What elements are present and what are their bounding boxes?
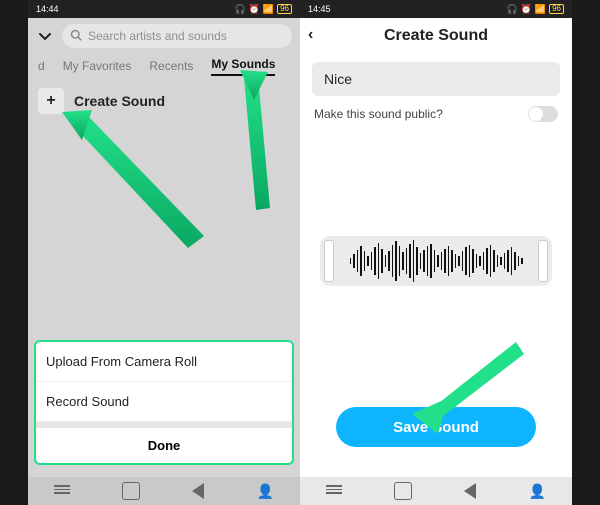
waveform-bars [350, 236, 523, 286]
make-public-row: Make this sound public? [314, 106, 558, 122]
search-header: Search artists and sounds [28, 18, 300, 54]
sounds-tabs: d My Favorites Recents My Sounds [28, 54, 300, 78]
make-public-label: Make this sound public? [314, 107, 443, 121]
create-options-sheet: Upload From Camera Roll Record Sound Don… [34, 340, 294, 465]
battery-icon: 96 [549, 4, 564, 14]
status-bar: 14:45 🎧 ⏰ 📶 96 [300, 0, 572, 18]
create-sound-row[interactable]: + Create Sound [38, 88, 290, 114]
back-chevron-icon[interactable]: ‹ [308, 26, 313, 44]
back-button[interactable] [192, 483, 204, 499]
plus-icon[interactable]: + [38, 88, 64, 114]
sound-name-input[interactable]: Nice [312, 62, 560, 96]
page-title: Create Sound [384, 27, 488, 45]
public-toggle[interactable] [528, 106, 558, 122]
phone-screenshot-create-sound: 14:45 🎧 ⏰ 📶 96 ‹ Create Sound Nice Make … [300, 0, 572, 505]
phone-screenshot-sounds-list: 14:44 🎧 ⏰ 📶 96 Search artists and sounds… [28, 0, 300, 505]
collapse-chevron-icon[interactable] [36, 27, 54, 45]
option-upload-camera-roll[interactable]: Upload From Camera Roll [36, 342, 292, 382]
headphone-icon: 🎧 [234, 4, 245, 15]
home-button[interactable] [122, 482, 140, 500]
option-record-sound[interactable]: Record Sound [36, 382, 292, 422]
tab-my-sounds[interactable]: My Sounds [211, 57, 275, 76]
search-input[interactable]: Search artists and sounds [62, 24, 292, 48]
recent-apps-button[interactable] [54, 483, 70, 499]
search-placeholder: Search artists and sounds [88, 29, 227, 43]
audio-waveform[interactable] [320, 236, 552, 286]
save-sound-label: Save Sound [393, 419, 479, 436]
headphone-icon: 🎧 [506, 4, 517, 15]
trim-handle-left[interactable] [324, 240, 334, 282]
done-button[interactable]: Done [36, 428, 292, 463]
accessibility-icon[interactable]: 👤 [528, 483, 545, 500]
tab-featured-truncated[interactable]: d [38, 59, 45, 73]
battery-icon: 96 [277, 4, 292, 14]
status-time: 14:45 [308, 4, 331, 14]
wifi-icon: 📶 [263, 4, 274, 15]
tab-my-favorites[interactable]: My Favorites [63, 59, 132, 73]
trim-handle-right[interactable] [538, 240, 548, 282]
search-icon [70, 29, 82, 44]
tab-recents[interactable]: Recents [149, 59, 193, 73]
accessibility-icon[interactable]: 👤 [256, 483, 273, 500]
create-sound-label: Create Sound [74, 93, 165, 109]
alarm-icon: ⏰ [249, 4, 260, 15]
wifi-icon: 📶 [535, 4, 546, 15]
home-button[interactable] [394, 482, 412, 500]
alarm-icon: ⏰ [521, 4, 532, 15]
status-time: 14:44 [36, 4, 59, 14]
android-nav-bar: 👤 [28, 477, 300, 505]
status-bar: 14:44 🎧 ⏰ 📶 96 [28, 0, 300, 18]
save-sound-button[interactable]: Save Sound [336, 407, 536, 447]
sound-name-value: Nice [324, 71, 352, 87]
android-nav-bar: 👤 [300, 477, 572, 505]
create-sound-header: ‹ Create Sound [300, 18, 572, 54]
recent-apps-button[interactable] [326, 483, 342, 499]
back-button[interactable] [464, 483, 476, 499]
